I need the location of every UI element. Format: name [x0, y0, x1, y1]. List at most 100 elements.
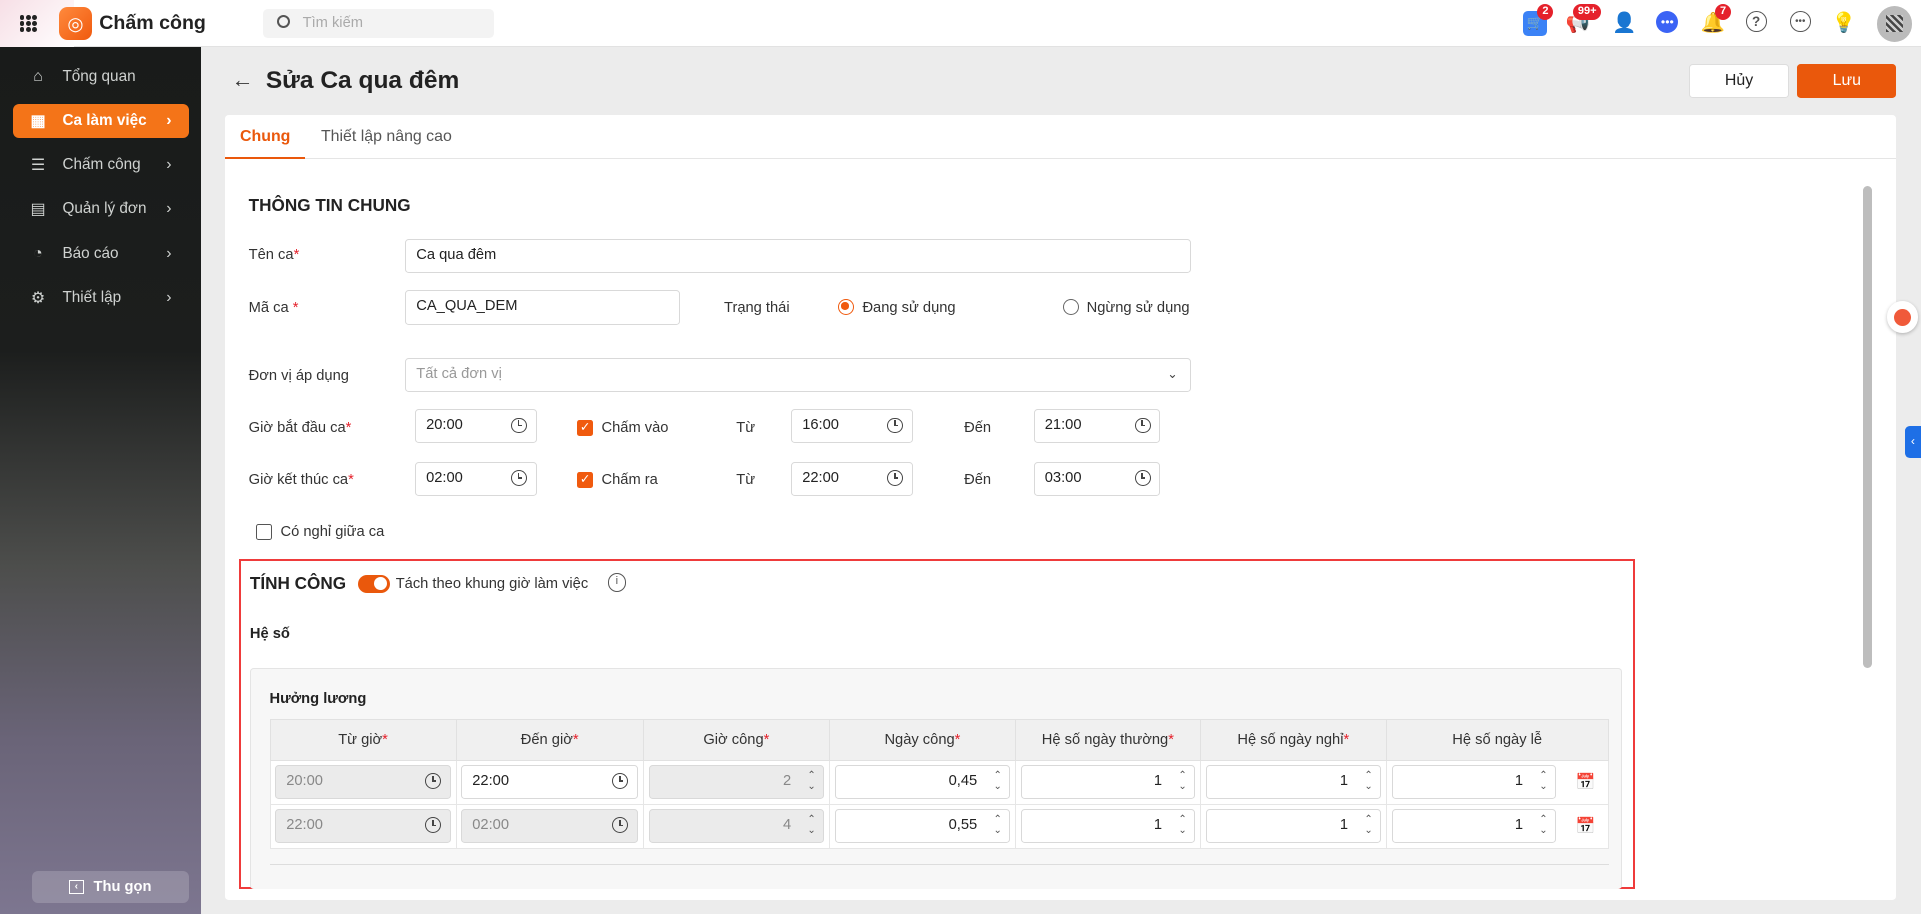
spinner-icon: ⌃ ⌄	[1364, 769, 1373, 792]
sidebar-item-shifts[interactable]: ▦ Ca làm việc ›	[13, 104, 189, 139]
holiday-coef-input[interactable]: 1 ⌃ ⌄	[1391, 764, 1556, 800]
tab-general[interactable]: Chung	[225, 115, 306, 160]
app-grid-icon[interactable]	[19, 14, 37, 32]
status-inactive-radio[interactable]	[1063, 298, 1080, 315]
normal-coef-input[interactable]: 1 ⌃ ⌄	[1020, 764, 1195, 800]
unit-label: Đơn vị áp dụng	[248, 367, 349, 384]
side-panel-toggle[interactable]: ‹	[1905, 426, 1921, 459]
code-label: Mã ca *	[248, 300, 299, 317]
chevron-right-icon: ›	[166, 288, 172, 306]
calendar-settings-icon[interactable]: 📅	[1575, 816, 1595, 836]
hours-input: 2 ⌃ ⌄	[648, 764, 824, 800]
unit-placeholder: Tất cả đơn vị	[416, 365, 502, 382]
status-inactive-label: Ngừng sử dụng	[1086, 300, 1190, 317]
chat-icon[interactable]: •••	[1656, 11, 1679, 34]
scrollbar[interactable]	[1863, 186, 1872, 668]
pie-chart-icon: ◔	[33, 244, 43, 262]
coef-table: Từ giờ* Đến giờ* Giờ công* Ngày công* Hệ…	[269, 719, 1609, 849]
info-icon[interactable]: i	[607, 573, 626, 592]
checkout-checkbox[interactable]: ✓	[577, 471, 593, 488]
chevron-down-icon: ⌄	[1167, 366, 1178, 381]
help-icon[interactable]: ?	[1745, 11, 1767, 32]
shift-code-input[interactable]: CA_QUA_DEM	[405, 290, 680, 325]
name-label: Tên ca*	[248, 247, 300, 264]
tab-bar	[225, 115, 1897, 160]
status-active-label: Đang sử dụng	[862, 300, 956, 317]
spinner-icon: ⌃ ⌄	[1178, 813, 1187, 836]
spinner-icon: ⌃ ⌄	[1178, 769, 1187, 792]
start-label-text: Giờ bắt đầu ca	[248, 420, 346, 437]
search-input[interactable]: Tìm kiếm	[263, 8, 494, 38]
add-user-icon[interactable]: 👤	[1612, 11, 1637, 36]
checkin-to-input[interactable]: 21:00	[1033, 409, 1161, 444]
from-time-input: 20:00	[275, 764, 451, 800]
col-hours: Giờ công*	[642, 719, 830, 761]
more-icon[interactable]: •••	[1789, 11, 1811, 32]
sidebar-item-requests[interactable]: ▤ Quản lý đơn ›	[13, 192, 188, 226]
break-checkbox[interactable]	[256, 524, 272, 541]
checkout-to-input[interactable]: 03:00	[1033, 461, 1161, 497]
clock-icon	[1134, 470, 1151, 487]
start-time-input[interactable]: 20:00	[415, 409, 537, 444]
lightbulb-book-icon[interactable]: 💡	[1832, 11, 1857, 36]
sidebar-item-label: Báo cáo	[62, 244, 119, 262]
days-input[interactable]: 0,45 ⌃ ⌄	[834, 764, 1011, 800]
avatar[interactable]	[1876, 6, 1913, 42]
spinner-icon: ⌃ ⌄	[993, 769, 1002, 792]
checkout-from-input[interactable]: 22:00	[791, 461, 913, 497]
calendar-settings-icon[interactable]: 📅	[1575, 772, 1595, 792]
calc-heading: TÍNH CÔNG	[249, 573, 347, 594]
back-arrow-icon[interactable]: ←	[232, 67, 254, 93]
spinner-icon: ⌃ ⌄	[1364, 813, 1373, 836]
status-active-radio[interactable]	[837, 298, 854, 315]
checkin-from-value: 16:00	[802, 417, 839, 434]
sidebar-item-attendance[interactable]: ☰ Chấm công ›	[13, 148, 188, 182]
chevron-right-icon: ›	[166, 244, 172, 262]
sidebar-item-reports[interactable]: ◔ Báo cáo ›	[13, 236, 188, 270]
end-label-text: Giờ kết thúc ca	[248, 471, 349, 488]
bell-icon[interactable]: 🔔 7	[1700, 3, 1732, 36]
col-from: Từ giờ*	[269, 719, 457, 761]
table-row: 22:00 02:00 4 ⌃ ⌄ 0,55 ⌃ ⌄ 1 ⌃ ⌄ 1 ⌃ ⌄ 1 ⌃ ⌄ 📅	[269, 803, 1609, 849]
chevron-right-icon: ›	[166, 200, 172, 218]
to-time-input[interactable]: 22:00	[461, 764, 638, 800]
start-time-value: 20:00	[426, 417, 463, 434]
cancel-button[interactable]: Hủy	[1689, 63, 1789, 98]
form-card: Chung Thiết lập nâng cao THÔNG TIN CHUNG…	[225, 115, 1897, 901]
sidebar-item-label: Ca làm việc	[62, 112, 147, 130]
collapse-sidebar-button[interactable]: ‹ Thu gọn	[31, 871, 189, 903]
collapse-label: Thu gọn	[93, 878, 152, 895]
name-label-text: Tên ca	[248, 247, 294, 264]
announcement-badge: 99+	[1573, 3, 1602, 20]
checkin-from-input[interactable]: 16:00	[791, 409, 913, 444]
chevron-right-icon: ›	[166, 156, 172, 174]
checkin-from-label: Từ	[736, 420, 756, 437]
tab-advanced[interactable]: Thiết lập nâng cao	[321, 115, 452, 159]
collapse-icon: ‹	[69, 880, 84, 894]
clock-icon	[425, 773, 442, 790]
calendar-icon: ▦	[30, 113, 46, 131]
normal-coef-input[interactable]: 1 ⌃ ⌄	[1020, 809, 1195, 844]
off-coef-input[interactable]: 1 ⌃ ⌄	[1205, 764, 1381, 800]
top-bar: ◎ Chấm công Tìm kiếm 🛒 2 📢 99+ 👤 ••• 🔔 7 ? …	[0, 0, 1921, 47]
days-input[interactable]: 0,55 ⌃ ⌄	[834, 809, 1011, 844]
unit-select[interactable]: Tất cả đơn vị ⌄	[405, 357, 1191, 393]
shift-name-input[interactable]: Ca qua đêm	[405, 238, 1191, 274]
holiday-coef-input[interactable]: 1 ⌃ ⌄	[1391, 809, 1556, 844]
split-toggle[interactable]	[357, 574, 390, 593]
off-coef-input[interactable]: 1 ⌃ ⌄	[1205, 809, 1381, 844]
gear-icon: ⚙	[30, 289, 46, 307]
spinner-icon: ⌃ ⌄	[1539, 769, 1548, 792]
sidebar-item-settings[interactable]: ⚙ Thiết lập ›	[13, 281, 188, 315]
checkin-checkbox[interactable]: ✓	[577, 420, 593, 437]
sidebar-item-overview[interactable]: ⌂ Tổng quan	[13, 60, 188, 94]
sidebar-item-label: Thiết lập	[62, 288, 122, 306]
end-time-input[interactable]: 02:00	[415, 461, 537, 497]
assistant-float-button[interactable]	[1886, 301, 1919, 334]
sidebar-item-label: Quản lý đơn	[62, 200, 147, 218]
cart-icon[interactable]: 🛒 2	[1522, 3, 1554, 36]
group-heading: Hưởng lương	[269, 690, 367, 707]
save-button[interactable]: Lưu	[1797, 63, 1897, 98]
announcement-icon[interactable]: 📢 99+	[1566, 3, 1602, 36]
clock-icon	[887, 417, 904, 434]
